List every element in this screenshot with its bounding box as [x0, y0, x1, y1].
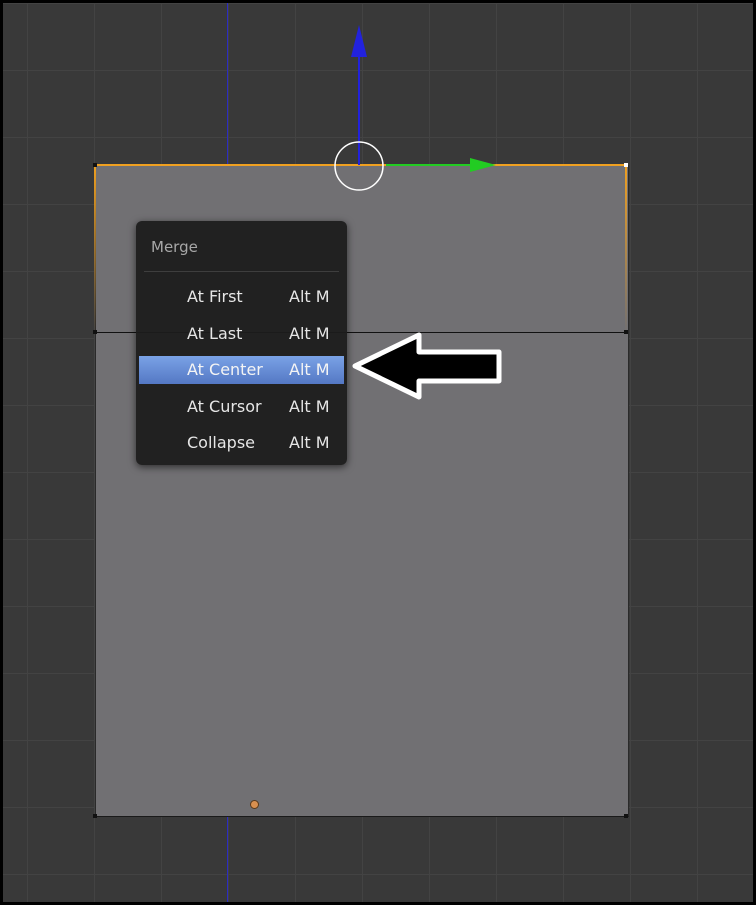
menu-item-label: Collapse: [187, 433, 255, 452]
transform-gizmo[interactable]: [3, 3, 753, 902]
menu-item-label: At First: [187, 287, 243, 306]
z-axis-arrow-icon[interactable]: [351, 25, 367, 57]
menu-item-shortcut: Alt M: [289, 433, 330, 452]
menu-item-at-cursor[interactable]: At Cursor Alt M: [139, 393, 344, 421]
menu-item-at-first[interactable]: At First Alt M: [139, 283, 344, 311]
pointer-arrow-icon: [352, 332, 502, 400]
menu-item-shortcut: Alt M: [289, 397, 330, 416]
menu-item-at-center[interactable]: At Center Alt M: [139, 356, 344, 384]
menu-item-label: At Last: [187, 324, 243, 343]
menu-separator: [144, 271, 339, 272]
menu-item-shortcut: Alt M: [289, 287, 330, 306]
menu-item-at-last[interactable]: At Last Alt M: [139, 320, 344, 348]
3d-viewport[interactable]: Merge At First Alt M At Last Alt M At Ce…: [3, 3, 753, 902]
merge-menu: Merge At First Alt M At Last Alt M At Ce…: [136, 221, 347, 465]
menu-item-shortcut: Alt M: [289, 324, 330, 343]
menu-item-label: At Cursor: [187, 397, 262, 416]
x-axis-arrow-icon[interactable]: [470, 158, 496, 172]
menu-title: Merge: [151, 238, 198, 256]
menu-item-label: At Center: [187, 360, 263, 379]
menu-item-shortcut: Alt M: [289, 360, 330, 379]
menu-item-collapse[interactable]: Collapse Alt M: [139, 429, 344, 457]
